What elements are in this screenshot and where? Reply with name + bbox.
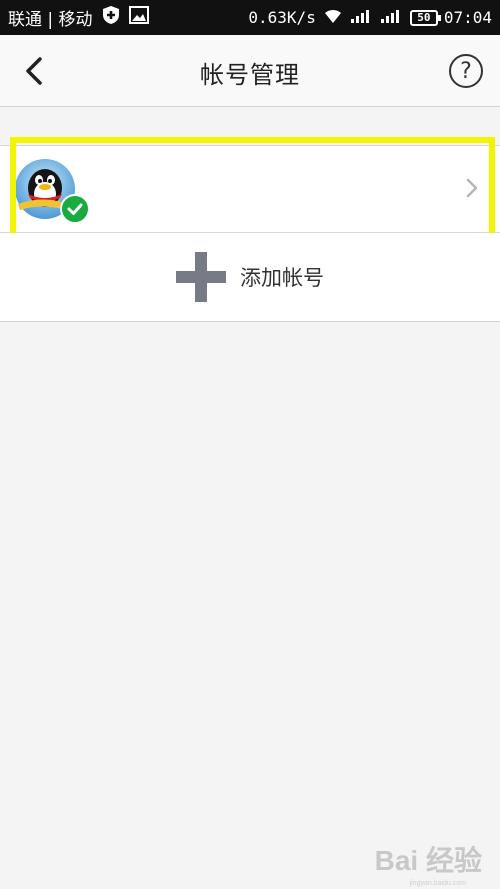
status-bar: 联通 | 移动 0.63K/s 50 07:04 <box>0 0 500 35</box>
watermark-logo: Bai 经验 <box>374 845 482 876</box>
signal-icon <box>380 8 404 28</box>
status-right: 0.63K/s 50 07:04 <box>248 8 492 28</box>
image-icon <box>128 6 149 29</box>
shield-icon <box>101 5 121 30</box>
status-left: 联通 | 移动 <box>8 5 149 30</box>
watermark-url: jingyan.baidu.com <box>409 880 466 887</box>
help-button[interactable]: ? <box>449 54 483 88</box>
carrier-text: 联通 | 移动 <box>8 10 93 30</box>
plus-icon <box>176 252 226 302</box>
add-account-label: 添加帐号 <box>240 266 324 290</box>
account-item[interactable] <box>0 145 500 233</box>
clock-time: 07:04 <box>443 8 492 27</box>
chevron-right-icon <box>464 176 480 200</box>
question-circle-icon: ? <box>460 58 472 84</box>
signal-icon <box>350 8 374 28</box>
add-account-button[interactable]: 添加帐号 <box>0 233 500 322</box>
page-title: 帐号管理 <box>200 61 300 89</box>
app-header: 帐号管理 ? <box>0 35 500 107</box>
wifi-icon <box>322 8 344 28</box>
check-badge-icon <box>60 194 90 224</box>
network-speed: 0.63K/s <box>248 8 316 27</box>
battery-icon: 50 <box>409 9 441 26</box>
